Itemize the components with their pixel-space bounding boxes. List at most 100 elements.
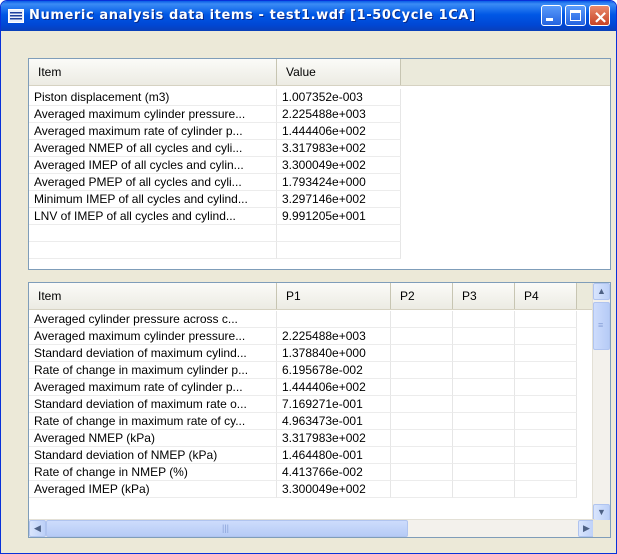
- table-row[interactable]: Averaged maximum rate of cylinder p... 1.…: [29, 379, 610, 396]
- table-row[interactable]: Rate of change in NMEP (%) 4.413766e-002: [29, 464, 610, 481]
- item-cell: Standard deviation of maximum rate o...: [29, 396, 277, 413]
- value-cell: [391, 481, 453, 498]
- value-cell: [515, 430, 577, 447]
- value-cell: [277, 242, 401, 259]
- table-row[interactable]: [29, 225, 610, 242]
- value-cell: 1.464480e-001: [277, 447, 391, 464]
- value-cell: [391, 345, 453, 362]
- column-header-item[interactable]: Item: [29, 59, 277, 85]
- scroll-down-button[interactable]: ▼: [593, 504, 610, 521]
- value-cell: [515, 328, 577, 345]
- value-cell: [391, 413, 453, 430]
- value-cell: [391, 362, 453, 379]
- scroll-up-button[interactable]: ▲: [593, 283, 610, 300]
- value-cell: [453, 464, 515, 481]
- value-cell: [391, 311, 453, 328]
- value-cell: [515, 447, 577, 464]
- value-cell: [515, 362, 577, 379]
- value-cell: [515, 481, 577, 498]
- table-row[interactable]: Standard deviation of maximum cylind... 1…: [29, 345, 610, 362]
- value-cell: 3.317983e+002: [277, 430, 391, 447]
- close-button[interactable]: ×: [589, 5, 610, 28]
- value-cell: 1.444406e+002: [277, 379, 391, 396]
- table-row[interactable]: Minimum IMEP of all cycles and cylind...…: [29, 191, 610, 208]
- arrow-right-icon: ▶: [583, 523, 590, 533]
- value-cell: [277, 225, 401, 242]
- summary-list[interactable]: Item Value Piston displacement (m3) 1.007…: [28, 58, 611, 270]
- table-row[interactable]: LNV of IMEP of all cycles and cylind... 9…: [29, 208, 610, 225]
- horizontal-scroll-thumb[interactable]: |||: [46, 520, 408, 537]
- item-cell: Averaged maximum rate of cylinder p...: [29, 379, 277, 396]
- title-bar[interactable]: Numeric analysis data items - test1.wdf …: [1, 1, 616, 31]
- value-cell: [453, 396, 515, 413]
- value-cell: [453, 447, 515, 464]
- value-cell: [453, 362, 515, 379]
- table-row[interactable]: Piston displacement (m3) 1.007352e-003: [29, 89, 610, 106]
- table-row[interactable]: Rate of change in maximum rate of cy... 4…: [29, 413, 610, 430]
- value-cell: [453, 345, 515, 362]
- value-cell: [391, 464, 453, 481]
- maximize-icon: [570, 10, 581, 21]
- value-cell: 1.444406e+002: [277, 123, 401, 140]
- column-header-value[interactable]: Value: [277, 59, 401, 85]
- grip-icon: |||: [222, 523, 230, 533]
- column-header-p4[interactable]: P4: [515, 283, 577, 309]
- item-cell: Rate of change in maximum rate of cy...: [29, 413, 277, 430]
- value-cell: [515, 311, 577, 328]
- item-cell: LNV of IMEP of all cycles and cylind...: [29, 208, 277, 225]
- value-cell: [277, 311, 391, 328]
- value-cell: 1.007352e-003: [277, 89, 401, 106]
- list-window-icon: [8, 9, 24, 23]
- value-cell: 1.793424e+000: [277, 174, 401, 191]
- value-cell: [391, 379, 453, 396]
- item-cell: Rate of change in NMEP (%): [29, 464, 277, 481]
- table-row[interactable]: Averaged IMEP (kPa) 3.300049e+002: [29, 481, 610, 498]
- arrow-left-icon: ◀: [34, 523, 41, 533]
- grip-icon: ≡: [598, 320, 604, 330]
- minimize-button[interactable]: [541, 5, 562, 26]
- column-header-p2[interactable]: P2: [391, 283, 453, 309]
- table-row[interactable]: Averaged maximum rate of cylinder p... 1.…: [29, 123, 610, 140]
- value-cell: [515, 345, 577, 362]
- table-row[interactable]: Averaged maximum cylinder pressure... 2.2…: [29, 328, 610, 345]
- item-cell: Piston displacement (m3): [29, 89, 277, 106]
- item-cell: Averaged maximum cylinder pressure...: [29, 106, 277, 123]
- scroll-corner: [593, 520, 610, 537]
- table-row[interactable]: Standard deviation of maximum rate o... 7…: [29, 396, 610, 413]
- table-row[interactable]: Averaged cylinder pressure across c...: [29, 311, 610, 328]
- maximize-button[interactable]: [565, 5, 586, 26]
- item-cell: Averaged NMEP (kPa): [29, 430, 277, 447]
- value-cell: [515, 464, 577, 481]
- value-cell: 7.169271e-001: [277, 396, 391, 413]
- item-cell: Rate of change in maximum cylinder p...: [29, 362, 277, 379]
- column-header-p1[interactable]: P1: [277, 283, 391, 309]
- table-row[interactable]: Averaged maximum cylinder pressure... 2.2…: [29, 106, 610, 123]
- scroll-left-button[interactable]: ◀: [29, 520, 46, 537]
- value-cell: [515, 413, 577, 430]
- table-row[interactable]: Averaged IMEP of all cycles and cylin...…: [29, 157, 610, 174]
- value-cell: 3.300049e+002: [277, 157, 401, 174]
- item-cell: Averaged cylinder pressure across c...: [29, 311, 277, 328]
- vertical-scrollbar[interactable]: ▲ ≡ ▼: [592, 283, 610, 521]
- item-cell: Averaged IMEP of all cycles and cylin...: [29, 157, 277, 174]
- horizontal-scrollbar[interactable]: ◀ ||| ▶: [29, 519, 595, 537]
- vertical-scroll-thumb[interactable]: ≡: [593, 302, 610, 350]
- table-row[interactable]: Averaged PMEP of all cycles and cyli... 1…: [29, 174, 610, 191]
- window-title: Numeric analysis data items - test1.wdf …: [29, 8, 476, 23]
- column-header-p3[interactable]: P3: [453, 283, 515, 309]
- value-cell: [391, 328, 453, 345]
- minimize-icon: [546, 18, 553, 21]
- table-row[interactable]: Rate of change in maximum cylinder p... 6…: [29, 362, 610, 379]
- table-row[interactable]: Averaged NMEP of all cycles and cyli... 3…: [29, 140, 610, 157]
- arrow-up-icon: ▲: [597, 286, 606, 296]
- value-cell: [391, 447, 453, 464]
- table-row[interactable]: Standard deviation of NMEP (kPa) 1.464480…: [29, 447, 610, 464]
- table-row[interactable]: Averaged NMEP (kPa) 3.317983e+002: [29, 430, 610, 447]
- table-row[interactable]: [29, 242, 610, 259]
- column-header-item[interactable]: Item: [29, 283, 277, 309]
- item-cell: [29, 225, 277, 242]
- value-cell: [453, 413, 515, 430]
- value-cell: 6.195678e-002: [277, 362, 391, 379]
- cylinder-list[interactable]: Item P1 P2 P3 P4 Averaged cylinder press…: [28, 282, 611, 538]
- value-cell: 9.991205e+001: [277, 208, 401, 225]
